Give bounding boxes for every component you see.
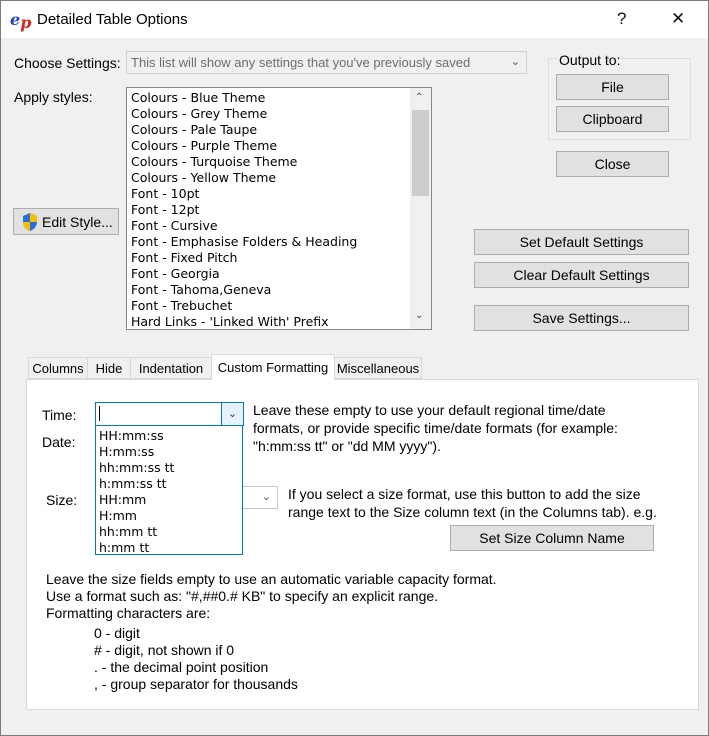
time-format-option[interactable]: H:mm:ss: [99, 444, 154, 459]
time-format-dropdown[interactable]: HH:mm:ss H:mm:ss hh:mm:ss tt h:mm:ss tt HH:m…: [95, 425, 243, 555]
style-list-item[interactable]: Font - Georgia: [131, 266, 220, 281]
styles-listbox[interactable]: Colours - Blue Theme Colours - Grey Theme…: [126, 87, 432, 330]
style-list-item[interactable]: Colours - Turquoise Theme: [131, 154, 297, 169]
format-char-digit: 0 - digit: [94, 625, 140, 641]
close-button[interactable]: Close: [556, 151, 669, 177]
style-list-item[interactable]: Colours - Pale Taupe: [131, 122, 257, 137]
tab-hide[interactable]: Hide: [87, 357, 131, 379]
tab-miscellaneous[interactable]: Miscellaneous: [334, 357, 422, 379]
scroll-down-icon[interactable]: ⌄: [415, 310, 423, 321]
title-bar: ep Detailed Table Options ? ✕: [1, 1, 708, 38]
time-format-option[interactable]: HH:mm:ss: [99, 428, 164, 443]
notes-line-3: Formatting characters are:: [46, 605, 211, 621]
set-default-settings-button[interactable]: Set Default Settings: [474, 229, 689, 255]
style-list-item[interactable]: Font - Trebuchet: [131, 298, 232, 313]
clipboard-button[interactable]: Clipboard: [556, 106, 669, 132]
choose-settings-combo[interactable]: This list will show any settings that yo…: [126, 51, 527, 74]
tab-indentation[interactable]: Indentation: [130, 357, 212, 379]
size-help-line-2: range text to the Size column text (in t…: [288, 504, 657, 520]
scroll-up-icon[interactable]: ⌃: [415, 92, 423, 103]
chevron-down-icon[interactable]: ⌄: [221, 403, 243, 425]
time-format-option[interactable]: h:mm:ss tt: [99, 476, 167, 491]
style-list-item[interactable]: Hard Links - 'Linked With' Prefix: [131, 314, 329, 329]
size-label: Size:: [46, 492, 78, 508]
time-format-option[interactable]: hh:mm:ss tt: [99, 460, 174, 475]
style-list-item[interactable]: Font - Fixed Pitch: [131, 250, 237, 265]
date-label: Date:: [42, 434, 76, 450]
save-settings-button[interactable]: Save Settings...: [474, 305, 689, 331]
style-list-item[interactable]: Colours - Grey Theme: [131, 106, 267, 121]
time-help-line-1: Leave these empty to use your default re…: [253, 402, 606, 418]
time-help-line-2: formats, or provide specific time/date f…: [253, 420, 618, 436]
file-button[interactable]: File: [556, 74, 669, 100]
style-list-item[interactable]: Font - 10pt: [131, 186, 199, 201]
time-format-option[interactable]: HH:mm: [99, 492, 146, 507]
choose-settings-value: This list will show any settings that yo…: [131, 55, 471, 70]
tab-columns[interactable]: Columns: [28, 357, 88, 379]
style-list-item[interactable]: Colours - Blue Theme: [131, 90, 265, 105]
help-button[interactable]: ?: [617, 9, 626, 29]
time-label: Time:: [42, 407, 77, 423]
time-help-line-3: "h:mm:ss tt" or "dd MM yyyy").: [253, 438, 441, 454]
uac-shield-icon: [23, 213, 37, 231]
notes-line-1: Leave the size fields empty to use an au…: [46, 571, 497, 587]
style-list-item[interactable]: Font - Tahoma,Geneva: [131, 282, 271, 297]
format-char-decimal: . - the decimal point position: [94, 659, 269, 675]
edit-style-label: Edit Style...: [42, 213, 113, 230]
style-list-item[interactable]: Font - Emphasise Folders & Heading: [131, 234, 357, 249]
window-title: Detailed Table Options: [37, 11, 188, 28]
size-help-line-1: If you select a size format, use this bu…: [288, 486, 641, 502]
scroll-thumb[interactable]: [412, 110, 429, 196]
output-label: Output to:: [557, 52, 623, 68]
apply-styles-label: Apply styles:: [14, 89, 93, 105]
close-window-button[interactable]: ✕: [671, 9, 685, 29]
time-format-option[interactable]: hh:mm tt: [99, 524, 157, 539]
notes-line-2: Use a format such as: "#,##0.# KB" to sp…: [46, 588, 439, 604]
set-size-column-name-button[interactable]: Set Size Column Name: [450, 525, 654, 551]
time-format-input[interactable]: ⌄: [95, 402, 244, 426]
app-logo-icon: ep: [10, 10, 32, 32]
chevron-down-icon: ⌄: [261, 491, 271, 503]
time-format-option[interactable]: H:mm: [99, 508, 137, 523]
format-char-optional-digit: # - digit, not shown if 0: [94, 642, 235, 658]
chevron-down-icon: ⌄: [510, 56, 520, 68]
tab-custom-formatting[interactable]: Custom Formatting: [211, 354, 335, 380]
style-list-item[interactable]: Font - Cursive: [131, 218, 218, 233]
text-caret: [99, 406, 100, 421]
time-format-option[interactable]: h:mm tt: [99, 540, 149, 555]
style-list-item[interactable]: Colours - Yellow Theme: [131, 170, 276, 185]
styles-scrollbar[interactable]: ⌃ ⌄: [410, 88, 431, 329]
choose-settings-label: Choose Settings:: [14, 55, 121, 71]
format-char-group: , - group separator for thousands: [94, 676, 298, 692]
style-list-item[interactable]: Font - 12pt: [131, 202, 199, 217]
style-list-item[interactable]: Colours - Purple Theme: [131, 138, 277, 153]
clear-default-settings-button[interactable]: Clear Default Settings: [474, 262, 689, 288]
